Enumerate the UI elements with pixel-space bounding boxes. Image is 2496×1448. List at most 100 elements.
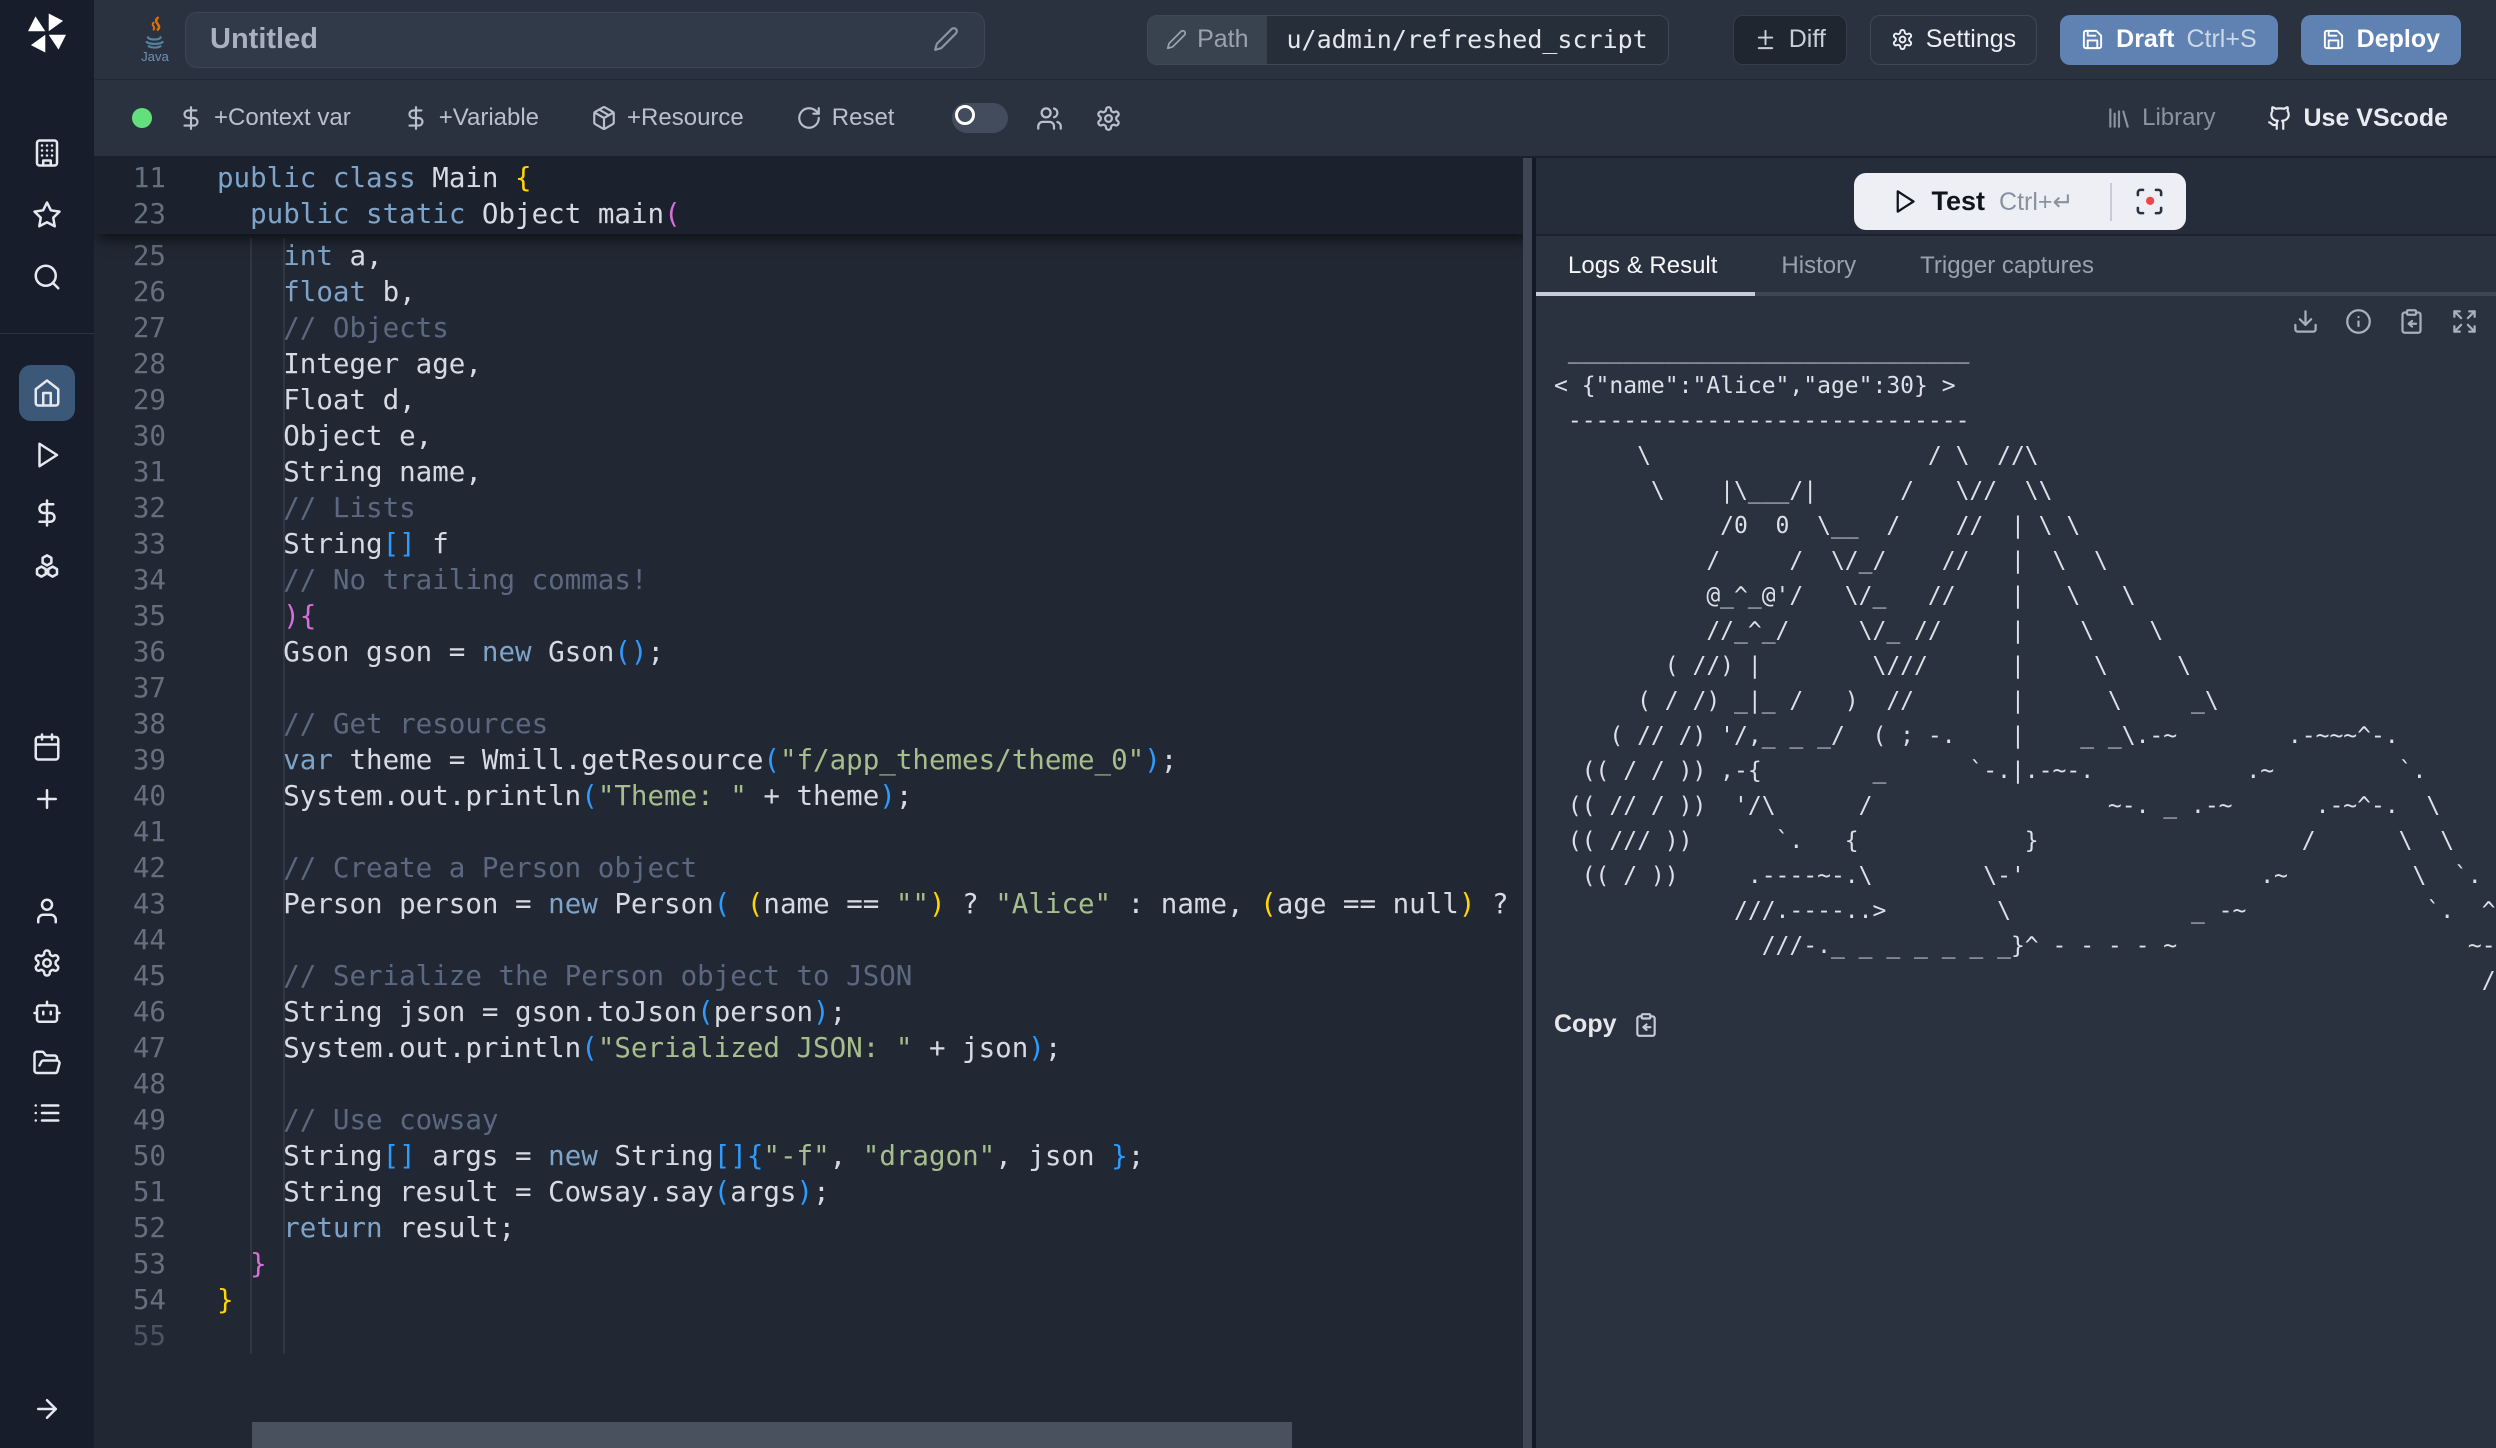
code-line: 11public class Main { — [94, 160, 1532, 196]
settings-button[interactable]: Settings — [1870, 15, 2037, 65]
line-number: 27 — [94, 310, 166, 346]
code-line: 29 Float d, — [94, 382, 1532, 418]
code-line: 44 — [94, 922, 1532, 958]
editor-toolbar: +Context var +Variable +Resource Reset Libr… — [94, 80, 2496, 158]
arrow-right-icon — [32, 1394, 62, 1424]
tab-logs-result[interactable]: Logs & Result — [1536, 236, 1749, 296]
copy-result-button[interactable]: Copy — [1554, 1010, 1659, 1039]
line-number: 26 — [94, 274, 166, 310]
list-icon — [32, 1098, 62, 1128]
test-label: Test — [1932, 186, 1986, 217]
code-line: 36 Gson gson = new Gson(); — [94, 634, 1532, 670]
dollar-icon — [178, 105, 204, 131]
code-line: 49 // Use cowsay — [94, 1102, 1532, 1138]
diff-mode-toggle[interactable] — [952, 103, 1008, 133]
draft-button[interactable]: Draft Ctrl+S — [2060, 15, 2278, 65]
settings-icon — [32, 948, 62, 978]
plus-icon — [32, 784, 62, 814]
rotate-cw-icon — [796, 105, 822, 131]
script-path-control[interactable]: Path u/admin/refreshed_script — [1147, 15, 1669, 65]
home-icon — [32, 378, 62, 408]
script-title-field[interactable] — [185, 12, 985, 68]
boxes-icon — [32, 551, 62, 581]
code-line: 42 // Create a Person object — [94, 850, 1532, 886]
sidebar-item-building[interactable] — [19, 125, 75, 181]
line-number: 11 — [94, 160, 166, 196]
code-line: 48 — [94, 1066, 1532, 1102]
toolbar-variable-button[interactable]: +Variable — [403, 104, 539, 132]
line-number: 23 — [94, 196, 166, 232]
vertical-scrollbar[interactable] — [1523, 158, 1532, 1448]
line-number: 42 — [94, 850, 166, 886]
play-icon — [1891, 188, 1918, 215]
sidebar-item-settings[interactable] — [19, 935, 75, 991]
play-icon — [32, 440, 62, 470]
sidebar — [0, 0, 94, 1448]
sidebar-item-folder-open[interactable] — [19, 1035, 75, 1091]
tabs-underline — [1536, 292, 2496, 296]
run-panel: Test Ctrl+↵ Logs & ResultHistoryTrigger … — [1536, 158, 2496, 1448]
gear-icon — [1891, 28, 1914, 51]
expand-icon — [2451, 308, 2478, 335]
code-line: 23 public static Object main( — [94, 196, 1532, 232]
download-icon — [2292, 308, 2319, 335]
windmill-logo-icon[interactable] — [24, 10, 70, 56]
diff-button[interactable]: Diff — [1733, 15, 1847, 65]
copy-label: Copy — [1554, 1010, 1617, 1039]
tab-trigger-captures[interactable]: Trigger captures — [1888, 236, 2126, 296]
line-number: 49 — [94, 1102, 166, 1138]
code-line: 41 — [94, 814, 1532, 850]
sidebar-item-plus[interactable] — [19, 771, 75, 827]
line-number: 37 — [94, 670, 166, 706]
user-icon — [32, 896, 62, 926]
line-number: 31 — [94, 454, 166, 490]
deploy-button[interactable]: Deploy — [2301, 15, 2461, 65]
line-number: 25 — [94, 238, 166, 274]
toolbar-resource-button[interactable]: +Resource — [591, 104, 744, 132]
toolbar-users-button[interactable] — [1036, 105, 1063, 132]
toolbar-reset-button[interactable]: Reset — [796, 104, 895, 132]
line-number: 40 — [94, 778, 166, 814]
code-editor[interactable]: 25 int a,26 float b,27 // Objects28 Inte… — [94, 158, 1532, 1448]
script-title-input[interactable] — [185, 12, 985, 68]
code-line: 25 int a, — [94, 238, 1532, 274]
test-run-button[interactable]: Test Ctrl+↵ — [1854, 173, 2186, 230]
gear-icon — [1095, 105, 1122, 132]
svg-text:Java: Java — [141, 48, 169, 63]
horizontal-scrollbar[interactable] — [252, 1422, 1292, 1448]
sidebar-item-home[interactable] — [19, 365, 75, 421]
run-header: Test Ctrl+↵ — [1536, 158, 2496, 236]
sidebar-item-dollar[interactable] — [19, 485, 75, 541]
tab-history[interactable]: History — [1749, 236, 1888, 296]
sidebar-item-user[interactable] — [19, 883, 75, 939]
code-line: 50 String[] args = new String[]{"-f", "d… — [94, 1138, 1532, 1174]
sidebar-item-boxes[interactable] — [19, 538, 75, 594]
toolbar-library-button[interactable]: Library — [2106, 104, 2215, 132]
code-line: 28 Integer age, — [94, 346, 1532, 382]
sidebar-item-bot[interactable] — [19, 985, 75, 1041]
line-number: 50 — [94, 1138, 166, 1174]
line-number: 41 — [94, 814, 166, 850]
toolbar-contextvar-button[interactable]: +Context var — [178, 104, 351, 132]
java-language-icon: Java — [137, 14, 173, 66]
star-icon — [32, 200, 62, 230]
sidebar-item-star[interactable] — [19, 187, 75, 243]
sidebar-item-calendar[interactable] — [19, 719, 75, 775]
toolbar-gear-button[interactable] — [1095, 105, 1122, 132]
script-path-value[interactable]: u/admin/refreshed_script — [1267, 16, 1668, 64]
sidebar-item-play[interactable] — [19, 427, 75, 483]
sidebar-item-list[interactable] — [19, 1085, 75, 1141]
sidebar-item-search[interactable] — [19, 249, 75, 305]
capture-trigger-button[interactable] — [2112, 186, 2186, 217]
line-number: 54 — [94, 1282, 166, 1318]
clipboard-copy-icon — [2398, 308, 2425, 335]
toolbar-use-vscode-button[interactable]: Use VScode — [2267, 104, 2448, 133]
panel-splitter[interactable] — [1532, 158, 1536, 1448]
code-line: 53 } — [94, 1246, 1532, 1282]
edit-title-pencil-icon[interactable] — [933, 26, 959, 52]
line-number: 51 — [94, 1174, 166, 1210]
draft-shortcut: Ctrl+S — [2186, 25, 2256, 54]
bot-icon — [32, 998, 62, 1028]
sidebar-item-arrow-right[interactable] — [19, 1381, 75, 1437]
line-number: 48 — [94, 1066, 166, 1102]
